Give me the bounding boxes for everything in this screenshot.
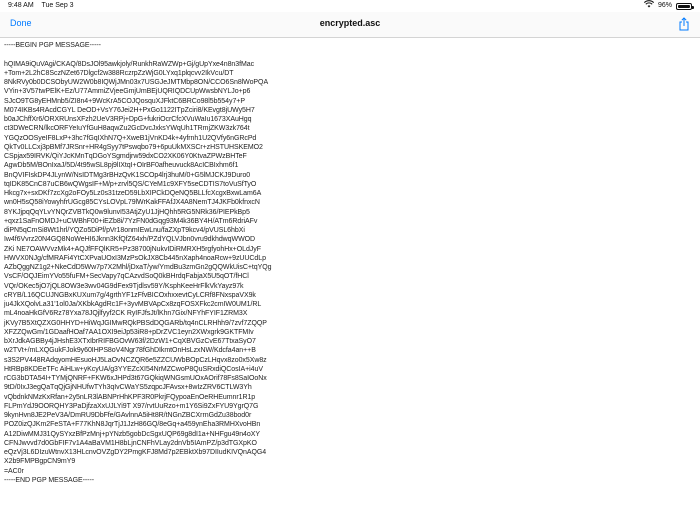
share-button[interactable] xyxy=(678,17,690,31)
document-title: encrypted.asc xyxy=(319,18,381,28)
share-icon xyxy=(679,17,689,31)
status-right: 96% xyxy=(643,0,694,12)
battery-percent: 96% xyxy=(657,2,672,9)
screen: 9:48 AM Tue Sep 3 96% Done encrypted.asc xyxy=(0,0,700,525)
battery-icon xyxy=(676,2,694,10)
navigation-bar: Done encrypted.asc xyxy=(0,12,700,38)
done-button[interactable]: Done xyxy=(10,18,32,28)
status-date: Tue Sep 3 xyxy=(41,2,74,9)
document-content[interactable]: -----BEGIN PGP MESSAGE----- hQIMA9iQuVAg… xyxy=(0,38,700,525)
status-bar: 9:48 AM Tue Sep 3 96% xyxy=(0,0,700,12)
pgp-message-text: -----BEGIN PGP MESSAGE----- hQIMA9iQuVAg… xyxy=(4,42,272,484)
status-left: 9:48 AM Tue Sep 3 xyxy=(8,0,80,12)
status-time: 9:48 AM xyxy=(8,2,34,9)
wifi-icon xyxy=(643,0,655,12)
battery-fill xyxy=(678,4,690,8)
